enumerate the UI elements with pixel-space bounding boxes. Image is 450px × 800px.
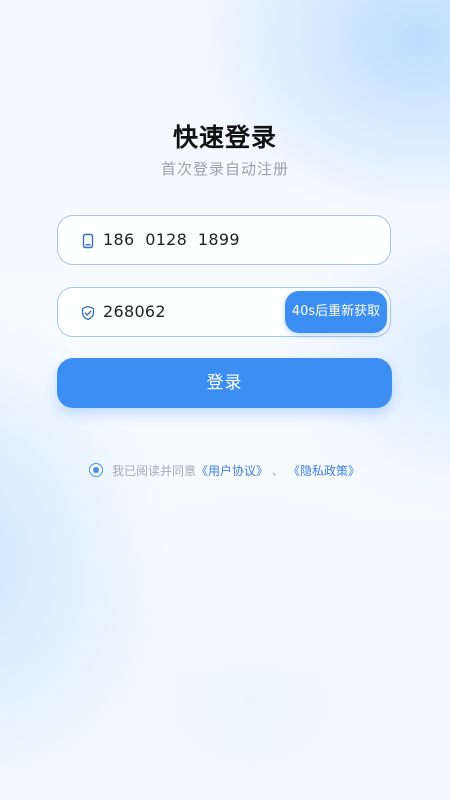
page-subtitle: 首次登录自动注册 — [160, 160, 289, 178]
verification-code-value[interactable]: 268062 — [103, 288, 166, 336]
phone-field[interactable]: 186 0128 1899 — [57, 215, 391, 265]
page-title: 快速登录 — [172, 123, 277, 152]
shield-check-icon — [81, 305, 95, 321]
user-agreement-link[interactable]: 《用户协议》 — [196, 462, 268, 479]
phone-icon — [82, 233, 94, 249]
agreement-radio[interactable] — [89, 463, 103, 477]
phone-value[interactable]: 186 0128 1899 — [103, 216, 240, 264]
agreement-row: 我已阅读并同意 《用户协议》 、 《隐私政策》 — [89, 460, 360, 480]
agreement-text: 我已阅读并同意 — [112, 463, 197, 478]
login-button[interactable]: 登录 — [57, 358, 392, 408]
privacy-policy-link[interactable]: 《隐私政策》 — [288, 462, 360, 479]
resend-code-button[interactable]: 40s后重新获取 — [285, 291, 387, 333]
verification-code-field[interactable]: 268062 40s后重新获取 — [57, 287, 391, 337]
agreement-separator: 、 — [272, 463, 285, 478]
